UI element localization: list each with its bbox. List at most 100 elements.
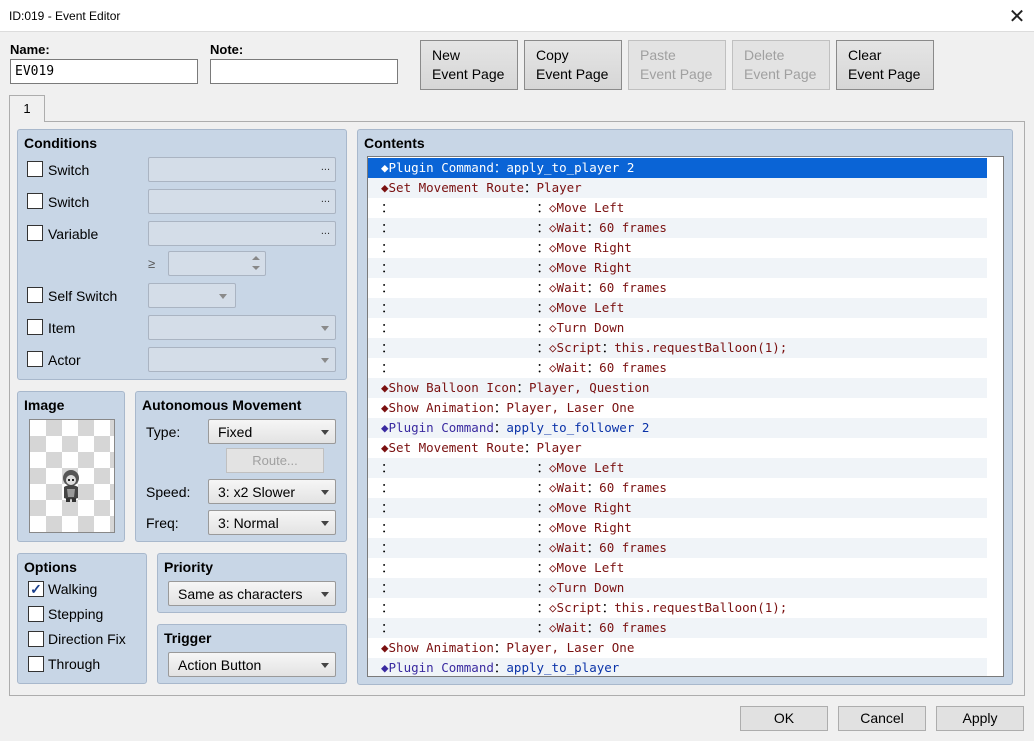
command-text: ◇Move Right	[549, 520, 632, 535]
command-row[interactable]: ： ：◇Wait：60 frames	[368, 218, 987, 238]
command-text: ：	[493, 400, 507, 415]
variable-value-spinner[interactable]	[168, 251, 266, 276]
switch2-selector[interactable]: ...	[148, 189, 336, 214]
command-text: ：	[601, 340, 615, 355]
new-event-page-button[interactable]: New Event Page	[420, 40, 518, 90]
command-row[interactable]: ： ：◇Move Right	[368, 238, 987, 258]
ok-button[interactable]: OK	[740, 706, 828, 731]
command-row[interactable]: ◆Set Movement Route：Player	[368, 178, 987, 198]
command-text: Player, Laser One	[506, 640, 635, 655]
command-row[interactable]: ： ：◇Wait：60 frames	[368, 278, 987, 298]
stepping-checkbox[interactable]	[28, 606, 44, 622]
spin-up-icon[interactable]	[252, 256, 260, 260]
command-text: Player, Laser One	[506, 400, 635, 415]
copy-event-page-button[interactable]: Copy Event Page	[524, 40, 622, 90]
speed-dropdown[interactable]: 3: x2 Slower	[208, 479, 336, 504]
image-title: Image	[24, 397, 65, 413]
switch1-checkbox[interactable]	[27, 161, 43, 177]
event-command-list[interactable]: ◆Plugin Command：apply_to_player 2 ◆Set Mo…	[367, 156, 1004, 677]
command-text: ：	[381, 460, 537, 475]
priority-title: Priority	[164, 559, 214, 575]
command-text: ：	[536, 520, 550, 535]
command-row[interactable]: ： ：◇Turn Down	[368, 578, 987, 598]
freq-dropdown[interactable]: 3: Normal	[208, 510, 336, 535]
command-text: ◇Wait	[549, 220, 587, 235]
command-text: apply_to_player 2	[506, 160, 635, 175]
character-image-preview[interactable]	[29, 419, 115, 533]
contents-title: Contents	[364, 135, 425, 151]
command-row[interactable]: ◆Plugin Command：apply_to_follower 2	[368, 418, 987, 438]
check-icon: ✓	[30, 580, 42, 597]
command-row[interactable]: ： ：◇Move Right	[368, 518, 987, 538]
command-row[interactable]: ： ：◇Wait：60 frames	[368, 358, 987, 378]
trigger-dropdown[interactable]: Action Button	[168, 652, 336, 677]
command-row[interactable]: ◆Set Movement Route：Player	[368, 438, 987, 458]
command-row[interactable]: ： ：◇Script：this.requestBalloon(1);	[368, 598, 987, 618]
conditions-panel: Conditions Switch ... Switch ... Variabl…	[17, 129, 347, 380]
command-text: ：	[536, 220, 550, 235]
variable-checkbox[interactable]	[27, 225, 43, 241]
cancel-button[interactable]: Cancel	[838, 706, 926, 731]
walking-checkbox[interactable]: ✓	[28, 581, 44, 597]
direction-fix-checkbox[interactable]	[28, 631, 44, 647]
command-text: ：	[381, 300, 537, 315]
button-line: Event Page	[848, 66, 921, 82]
command-text: ◇Turn Down	[549, 580, 625, 595]
variable-selector[interactable]: ...	[148, 221, 336, 246]
command-row[interactable]: ： ：◇Wait：60 frames	[368, 538, 987, 558]
apply-button[interactable]: Apply	[936, 706, 1024, 731]
command-text: ：	[381, 480, 537, 495]
type-dropdown[interactable]: Fixed	[208, 419, 336, 444]
spin-down-icon[interactable]	[252, 266, 260, 270]
command-text: ：	[586, 280, 600, 295]
priority-dropdown[interactable]: Same as characters	[168, 581, 336, 606]
command-row[interactable]: ： ：◇Move Left	[368, 558, 987, 578]
name-field[interactable]: EV019	[10, 59, 198, 84]
chevron-down-icon	[321, 430, 329, 435]
command-row[interactable]: ◆Plugin Command：apply_to_player 2	[368, 158, 987, 178]
switch1-selector[interactable]: ...	[148, 157, 336, 182]
command-row[interactable]: ： ：◇Script：this.requestBalloon(1);	[368, 338, 987, 358]
command-row[interactable]: ◆Show Animation：Player, Laser One	[368, 638, 987, 658]
switch2-checkbox[interactable]	[27, 193, 43, 209]
command-row[interactable]: ： ：◇Wait：60 frames	[368, 618, 987, 638]
command-text: ：	[536, 340, 550, 355]
command-row[interactable]: ： ：◇Move Left	[368, 198, 987, 218]
item-checkbox[interactable]	[27, 319, 43, 335]
button-line: Event Page	[640, 66, 713, 82]
command-text: ：	[536, 600, 550, 615]
self-switch-checkbox[interactable]	[27, 287, 43, 303]
route-button[interactable]: Route...	[226, 448, 324, 473]
clear-event-page-button[interactable]: Clear Event Page	[836, 40, 934, 90]
delete-event-page-button[interactable]: Delete Event Page	[732, 40, 830, 90]
paste-event-page-button[interactable]: Paste Event Page	[628, 40, 726, 90]
note-field[interactable]	[210, 59, 398, 84]
command-row[interactable]: ◆Show Balloon Icon：Player, Question	[368, 378, 987, 398]
command-row[interactable]: ： ：◇Wait：60 frames	[368, 478, 987, 498]
command-text: ：	[536, 580, 550, 595]
command-row[interactable]: ： ：◇Move Right	[368, 258, 987, 278]
command-text: 60 frames	[599, 360, 667, 375]
through-checkbox[interactable]	[28, 656, 44, 672]
command-text: ：	[381, 620, 537, 635]
walking-label: Walking	[48, 581, 98, 597]
actor-checkbox[interactable]	[27, 351, 43, 367]
actor-dropdown[interactable]	[148, 347, 336, 372]
command-row[interactable]: ◆Show Animation：Player, Laser One	[368, 398, 987, 418]
command-text: ◇Move Left	[549, 200, 625, 215]
command-text: 60 frames	[599, 620, 667, 635]
command-row[interactable]: ： ：◇Turn Down	[368, 318, 987, 338]
command-text: ◇Turn Down	[549, 320, 625, 335]
title-bar: ID:019 - Event Editor ✕	[0, 0, 1034, 32]
tab-page-1[interactable]: 1	[9, 95, 45, 122]
command-text: ：	[536, 300, 550, 315]
close-button[interactable]: ✕	[1000, 0, 1034, 32]
command-row[interactable]: ◆Plugin Command：apply_to_player	[368, 658, 987, 676]
command-text: ：	[516, 380, 529, 395]
command-row[interactable]: ： ：◇Move Left	[368, 298, 987, 318]
command-text: ◆Show Animation	[381, 640, 494, 655]
self-switch-dropdown[interactable]	[148, 283, 236, 308]
command-row[interactable]: ： ：◇Move Right	[368, 498, 987, 518]
command-row[interactable]: ： ：◇Move Left	[368, 458, 987, 478]
item-dropdown[interactable]	[148, 315, 336, 340]
